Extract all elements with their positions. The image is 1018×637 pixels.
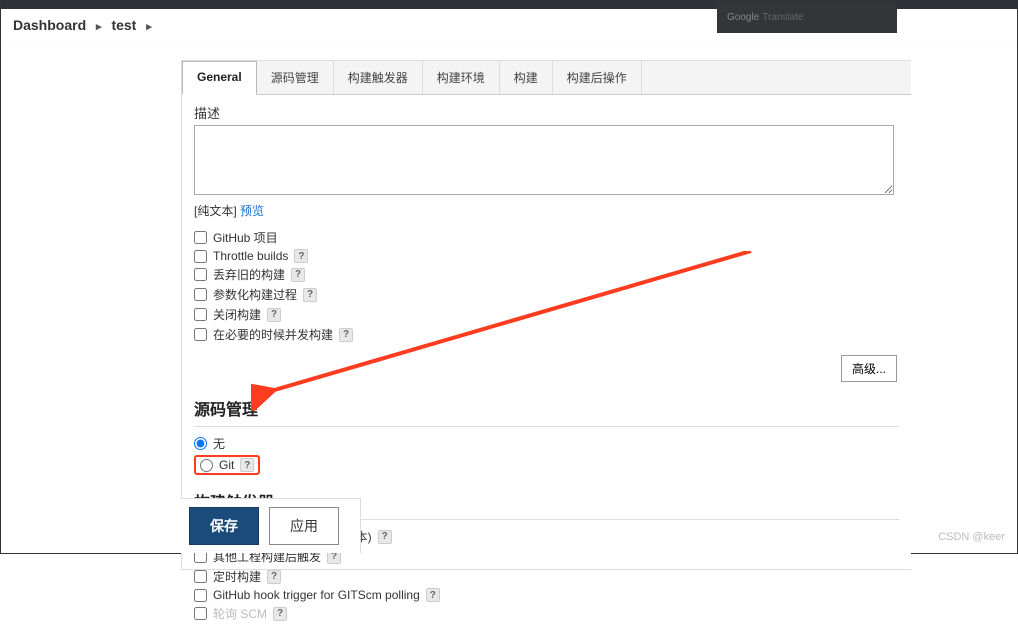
tab-post[interactable]: 构建后操作 (553, 61, 642, 94)
label-discard-old: 丢弃旧的构建 (213, 266, 285, 283)
chevron-right-icon: ▸ (96, 21, 102, 33)
trig-github-hook[interactable]: GitHub hook trigger for GITScm polling ? (194, 588, 899, 602)
git-highlight: Git ? (194, 455, 260, 475)
radio-scm-git[interactable] (200, 459, 213, 472)
translate-brand: Google (727, 12, 759, 23)
help-icon[interactable]: ? (291, 268, 305, 282)
label-throttle: Throttle builds (213, 249, 288, 263)
tab-triggers[interactable]: 构建触发器 (334, 61, 423, 94)
label-scm-none: 无 (213, 435, 225, 452)
help-icon[interactable]: ? (303, 288, 317, 302)
breadcrumb-item[interactable]: test (111, 17, 136, 33)
checkbox-discard-old[interactable] (194, 268, 207, 281)
translate-product: Translate (762, 12, 803, 23)
save-button[interactable]: 保存 (189, 507, 259, 545)
label-poll-scm: 轮询 SCM (213, 605, 267, 622)
apply-button[interactable]: 应用 (269, 507, 339, 545)
checkbox-concurrent[interactable] (194, 328, 207, 341)
action-bar: 保存 应用 (181, 498, 361, 553)
opt-parameterized[interactable]: 参数化构建过程 ? (194, 286, 899, 303)
google-translate-bar[interactable]: Google Translate (717, 1, 897, 33)
description-label: 描述 (194, 103, 899, 122)
breadcrumb-root[interactable]: Dashboard (13, 17, 86, 33)
opt-discard-old[interactable]: 丢弃旧的构建 ? (194, 266, 899, 283)
tab-build[interactable]: 构建 (500, 61, 553, 94)
checkbox-disable[interactable] (194, 308, 207, 321)
watermark: CSDN @keer (938, 531, 1005, 543)
tab-scm[interactable]: 源码管理 (257, 61, 334, 94)
divider (194, 426, 899, 427)
help-icon[interactable]: ? (273, 607, 287, 621)
plaintext-label: [纯文本] (194, 204, 240, 218)
scm-section-title: 源码管理 (194, 396, 899, 420)
help-icon[interactable]: ? (339, 328, 353, 342)
tab-env[interactable]: 构建环境 (423, 61, 500, 94)
description-textarea[interactable] (194, 125, 894, 195)
checkbox-github-hook[interactable] (194, 589, 207, 602)
label-scm-git: Git (219, 458, 234, 472)
checkbox-throttle[interactable] (194, 250, 207, 263)
label-concurrent: 在必要的时候并发构建 (213, 326, 333, 343)
label-periodic: 定时构建 (213, 568, 261, 585)
checkbox-github-project[interactable] (194, 231, 207, 244)
scm-none[interactable]: 无 (194, 435, 899, 452)
config-tabs: General 源码管理 构建触发器 构建环境 构建 构建后操作 (182, 61, 911, 95)
scm-git[interactable]: Git ? (194, 455, 899, 475)
trig-periodic[interactable]: 定时构建 ? (194, 568, 899, 585)
help-icon[interactable]: ? (378, 530, 392, 544)
preview-link[interactable]: 预览 (240, 204, 264, 218)
checkbox-poll-scm[interactable] (194, 607, 207, 620)
trig-poll-scm[interactable]: 轮询 SCM ? (194, 605, 899, 622)
form-area: 描述 [纯文本] 预览 GitHub 项目 Throttle builds ? … (182, 95, 911, 637)
checkbox-periodic[interactable] (194, 570, 207, 583)
opt-throttle[interactable]: Throttle builds ? (194, 249, 899, 263)
config-panel: General 源码管理 构建触发器 构建环境 构建 构建后操作 描述 [纯文本… (181, 60, 911, 570)
help-icon[interactable]: ? (240, 458, 254, 472)
opt-github-project[interactable]: GitHub 项目 (194, 229, 899, 246)
radio-scm-none[interactable] (194, 437, 207, 450)
tab-general[interactable]: General (182, 61, 257, 95)
opt-concurrent[interactable]: 在必要的时候并发构建 ? (194, 326, 899, 343)
label-github-hook: GitHub hook trigger for GITScm polling (213, 588, 420, 602)
help-icon[interactable]: ? (426, 588, 440, 602)
opt-disable[interactable]: 关闭构建 ? (194, 306, 899, 323)
label-parameterized: 参数化构建过程 (213, 286, 297, 303)
advanced-button[interactable]: 高级... (841, 355, 897, 382)
help-icon[interactable]: ? (294, 249, 308, 263)
label-github-project: GitHub 项目 (213, 229, 278, 246)
label-disable: 关闭构建 (213, 306, 261, 323)
description-sublabel: [纯文本] 预览 (194, 202, 899, 219)
help-icon[interactable]: ? (267, 308, 281, 322)
checkbox-parameterized[interactable] (194, 288, 207, 301)
help-icon[interactable]: ? (267, 570, 281, 584)
chevron-right-icon: ▸ (146, 21, 152, 33)
